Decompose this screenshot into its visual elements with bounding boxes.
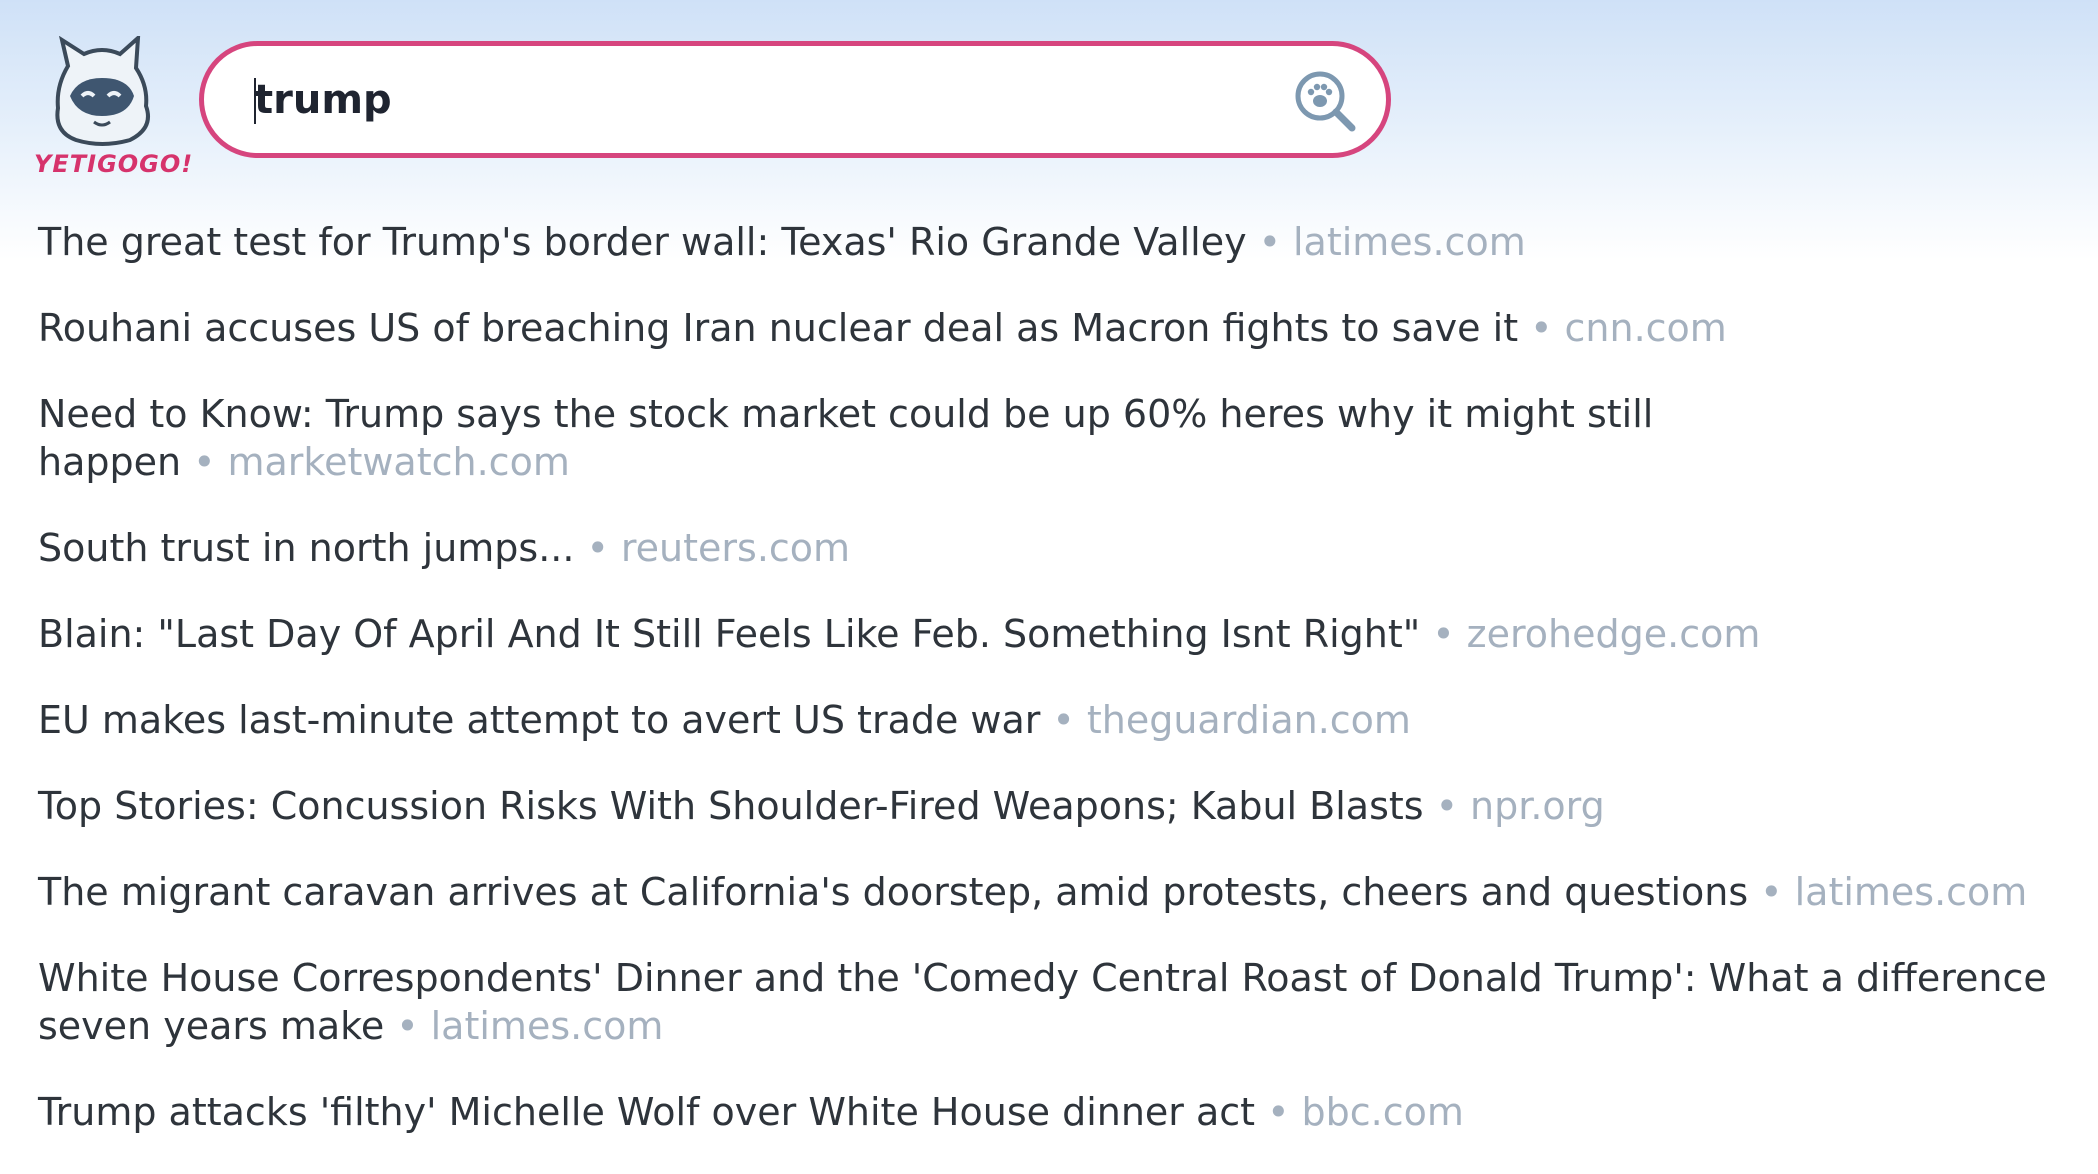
result-item: Need to Know: Trump says the stock marke… (38, 390, 2058, 486)
result-title[interactable]: EU makes last-minute attempt to avert US… (38, 698, 1040, 742)
result-separator: • (396, 1004, 419, 1048)
result-title[interactable]: Top Stories: Concussion Risks With Shoul… (38, 784, 1424, 828)
result-item: The great test for Trump's border wall: … (38, 218, 2058, 266)
result-source[interactable]: cnn.com (1565, 306, 1727, 350)
result-title[interactable]: The great test for Trump's border wall: … (38, 220, 1247, 264)
result-source[interactable]: bbc.com (1302, 1090, 1464, 1134)
result-separator: • (1760, 870, 1783, 914)
result-source[interactable]: npr.org (1470, 784, 1605, 828)
result-separator: • (193, 440, 216, 484)
result-item: White House Correspondents' Dinner and t… (38, 954, 2058, 1050)
result-separator: • (1267, 1090, 1290, 1134)
search-bar (199, 41, 1391, 158)
result-source[interactable]: latimes.com (1293, 220, 1526, 264)
header: YETIGOGO! (0, 0, 2098, 200)
result-item: The migrant caravan arrives at Californi… (38, 868, 2058, 916)
result-item: EU makes last-minute attempt to avert US… (38, 696, 2058, 744)
result-source[interactable]: zerohedge.com (1467, 612, 1761, 656)
logo-wordmark: YETIGOGO! (34, 150, 194, 178)
result-title[interactable]: Rouhani accuses US of breaching Iran nuc… (38, 306, 1518, 350)
search-input[interactable] (254, 66, 1234, 134)
result-separator: • (1530, 306, 1553, 350)
result-item: South trust in north jumps... • reuters.co… (38, 524, 2058, 572)
result-source[interactable]: latimes.com (1795, 870, 2028, 914)
text-caret (254, 78, 256, 124)
result-title[interactable]: The migrant caravan arrives at Californi… (38, 870, 1748, 914)
result-source[interactable]: marketwatch.com (228, 440, 570, 484)
logo[interactable]: YETIGOGO! (34, 36, 194, 186)
result-title[interactable]: Blain: "Last Day Of April And It Still F… (38, 612, 1420, 656)
yeti-mascot-icon (55, 36, 150, 146)
result-title[interactable]: Trump attacks 'filthy' Michelle Wolf ove… (38, 1090, 1255, 1134)
result-source[interactable]: latimes.com (431, 1004, 664, 1048)
result-separator: • (1258, 220, 1281, 264)
result-separator: • (1432, 612, 1455, 656)
result-title[interactable]: White House Correspondents' Dinner and t… (38, 956, 2047, 1048)
result-source[interactable]: reuters.com (621, 526, 850, 570)
result-source[interactable]: theguardian.com (1087, 698, 1411, 742)
result-item: Rouhani accuses US of breaching Iran nuc… (38, 304, 2058, 352)
results-list: The great test for Trump's border wall: … (38, 218, 2058, 1174)
paw-magnifier-icon (1295, 71, 1356, 132)
result-separator: • (586, 526, 609, 570)
result-title[interactable]: South trust in north jumps... (38, 526, 574, 570)
result-item: Blain: "Last Day Of April And It Still F… (38, 610, 2058, 658)
result-separator: • (1435, 784, 1458, 828)
result-item: Trump attacks 'filthy' Michelle Wolf ove… (38, 1088, 2058, 1136)
result-separator: • (1052, 698, 1075, 742)
search-button[interactable] (1292, 68, 1358, 134)
result-item: Top Stories: Concussion Risks With Shoul… (38, 782, 2058, 830)
